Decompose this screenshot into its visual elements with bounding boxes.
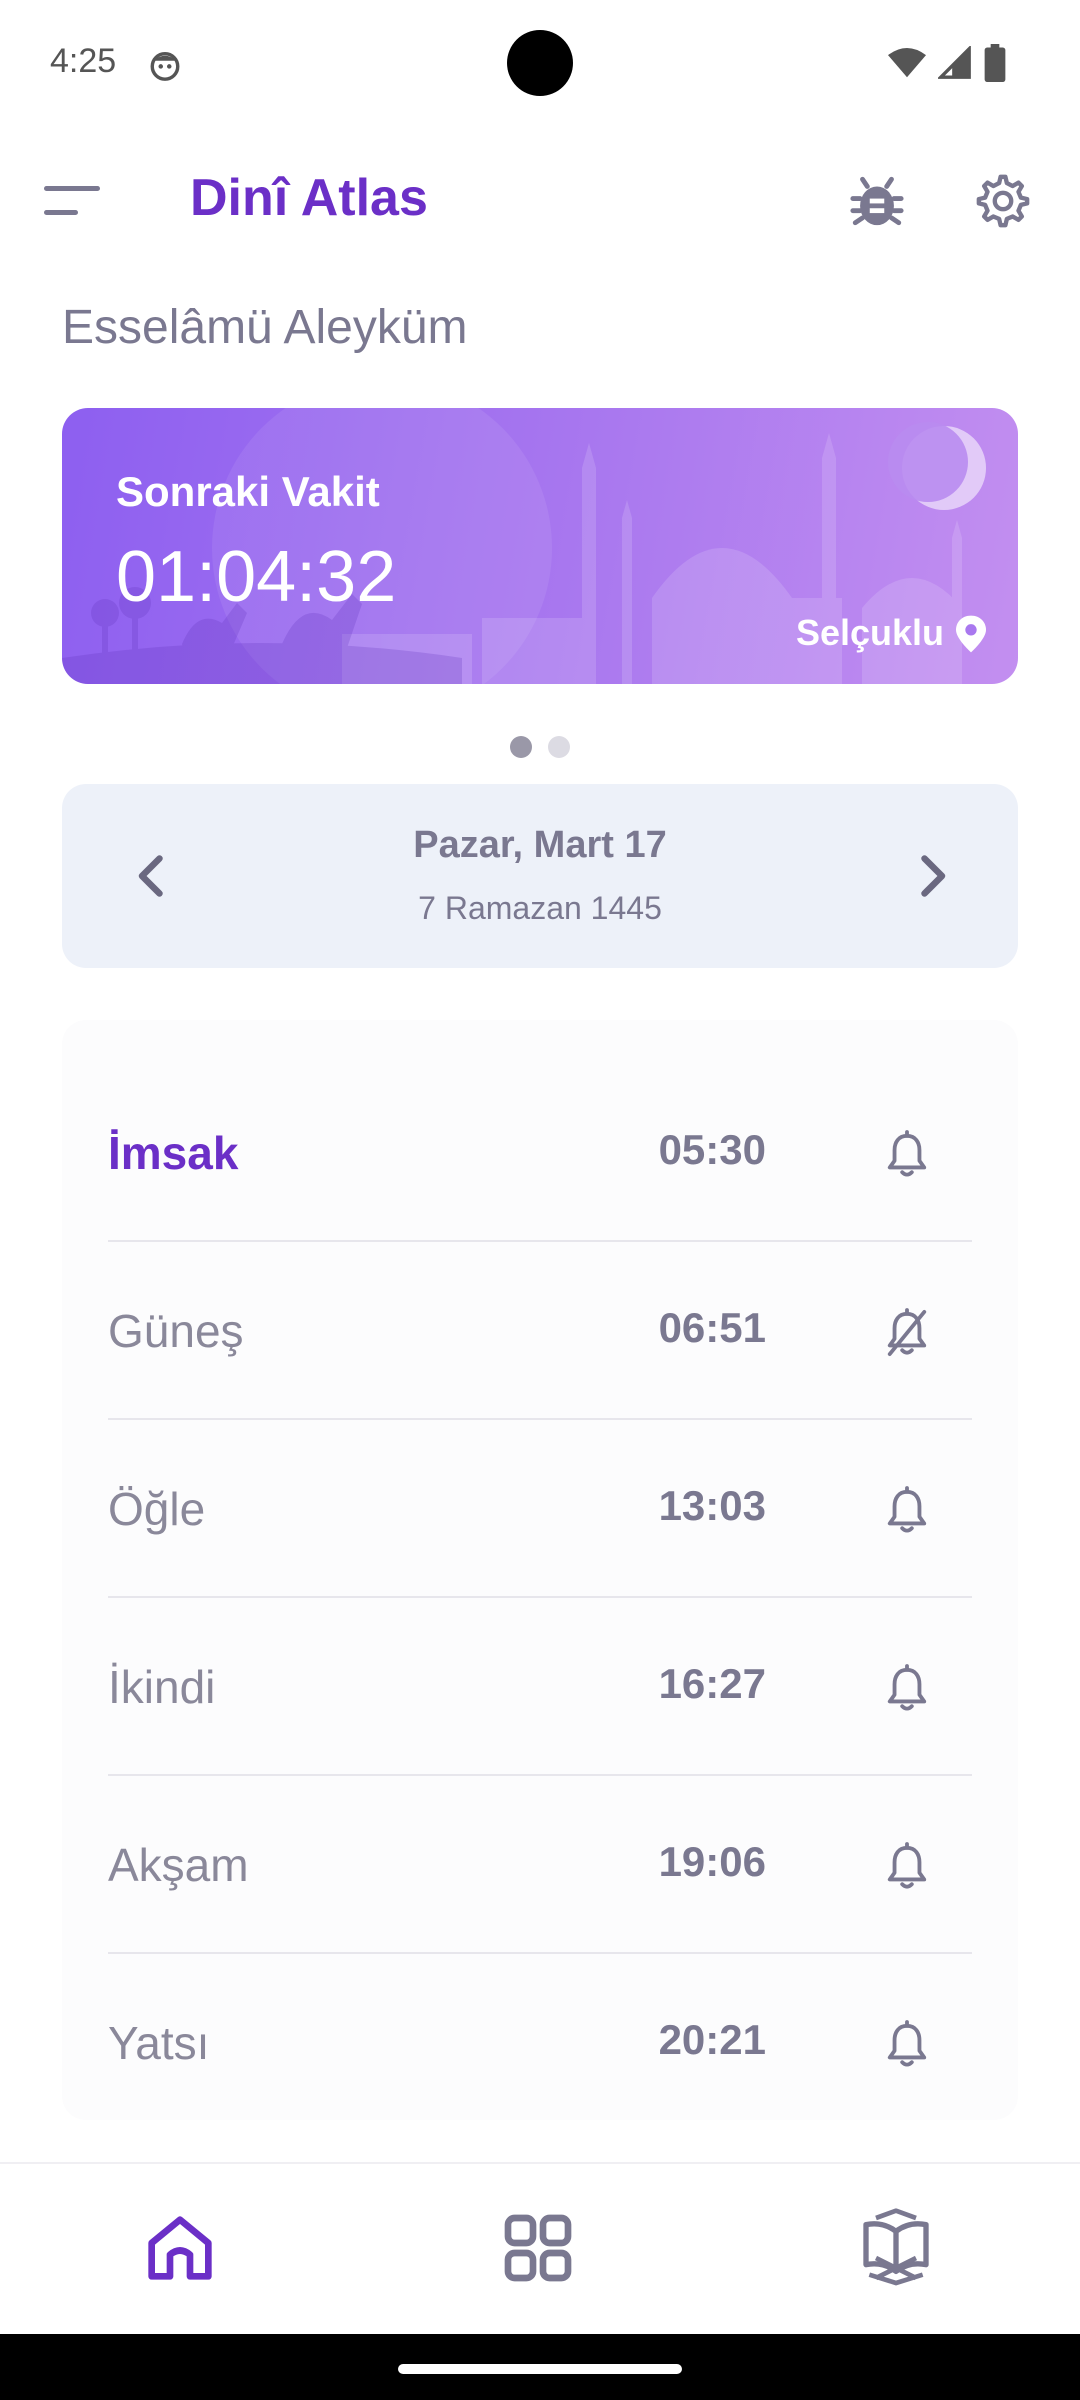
greeting-text: Esselâmü Aleyküm xyxy=(62,301,468,354)
app-title: Dinî Atlas xyxy=(190,169,428,227)
prayer-name: Güneş xyxy=(108,1305,244,1357)
system-gesture-bar xyxy=(0,2334,1080,2400)
prayer-row-ogle[interactable]: Öğle 13:03 xyxy=(108,1420,972,1598)
bell-icon[interactable] xyxy=(884,1842,930,1892)
prayer-row-yatsi[interactable]: Yatsı 20:21 xyxy=(108,1954,972,2132)
quran-book-icon[interactable] xyxy=(856,2208,936,2288)
bell-off-icon[interactable] xyxy=(884,1308,930,1358)
app-bar: Dinî Atlas xyxy=(0,150,1080,250)
prayer-name: İmsak xyxy=(108,1127,239,1179)
prayer-time: 05:30 xyxy=(658,1126,766,1173)
home-icon[interactable] xyxy=(140,2208,220,2288)
home-gesture-handle[interactable] xyxy=(398,2364,682,2374)
wifi-icon xyxy=(888,47,926,78)
prayer-row-aksam[interactable]: Akşam 19:06 xyxy=(108,1776,972,1954)
bell-icon[interactable] xyxy=(884,2020,930,2070)
prayer-row-ikindi[interactable]: İkindi 16:27 xyxy=(108,1598,972,1776)
chevron-right-icon[interactable] xyxy=(902,846,962,906)
carousel-dot[interactable] xyxy=(548,736,570,758)
notification-face-icon xyxy=(150,51,180,81)
gear-icon[interactable] xyxy=(974,172,1032,230)
date-navigator: Pazar, Mart 17 7 Ramazan 1445 xyxy=(62,784,1018,968)
menu-icon[interactable] xyxy=(40,180,104,224)
bug-icon[interactable] xyxy=(848,172,906,230)
camera-cutout xyxy=(507,30,573,96)
prayer-name: İkindi xyxy=(108,1661,216,1713)
next-prayer-countdown: 01:04:32 xyxy=(116,537,397,617)
prayer-time: 06:51 xyxy=(658,1304,766,1351)
bell-icon[interactable] xyxy=(884,1130,930,1180)
bottom-navigation xyxy=(0,2162,1080,2334)
grid-icon[interactable] xyxy=(498,2208,578,2288)
prayer-name: Akşam xyxy=(108,1839,249,1891)
carousel-indicator xyxy=(508,736,572,758)
bell-icon[interactable] xyxy=(884,1664,930,1714)
signal-icon xyxy=(938,46,971,79)
prayer-name: Yatsı xyxy=(108,2017,210,2069)
next-prayer-card[interactable]: Sonraki Vakit 01:04:32 Selçuklu xyxy=(62,408,1018,684)
prayer-time: 20:21 xyxy=(658,2016,766,2063)
hijri-date: 7 Ramazan 1445 xyxy=(418,890,662,926)
location-pin-icon[interactable] xyxy=(954,614,988,654)
prayer-times-list: İmsak 05:30 Güneş 06:51 Öğle 13:03 İkind… xyxy=(62,1020,1018,2120)
prayer-time: 16:27 xyxy=(658,1660,766,1707)
prayer-row-gunes[interactable]: Güneş 06:51 xyxy=(108,1242,972,1420)
status-time: 4:25 xyxy=(50,42,117,80)
next-prayer-label: Sonraki Vakit xyxy=(116,468,380,515)
prayer-row-imsak[interactable]: İmsak 05:30 xyxy=(108,1064,972,1242)
prayer-name: Öğle xyxy=(108,1483,206,1535)
location-label[interactable]: Selçuklu xyxy=(796,612,944,654)
carousel-dot-active[interactable] xyxy=(510,736,532,758)
prayer-time: 19:06 xyxy=(658,1838,766,1885)
prayer-time: 13:03 xyxy=(658,1482,766,1529)
bell-icon[interactable] xyxy=(884,1486,930,1536)
gregorian-date: Pazar, Mart 17 xyxy=(413,824,667,866)
battery-icon xyxy=(984,44,1006,82)
status-bar: 4:25 xyxy=(0,0,1080,130)
